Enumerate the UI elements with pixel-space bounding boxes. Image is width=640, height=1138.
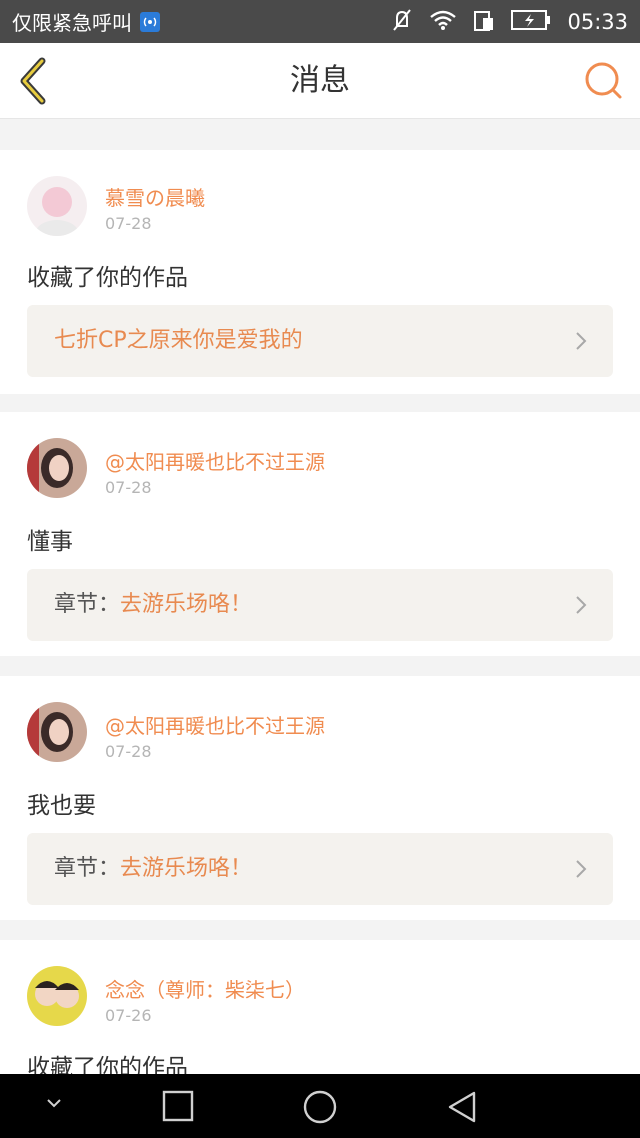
avatar[interactable] bbox=[27, 966, 87, 1026]
avatar[interactable] bbox=[27, 438, 87, 498]
chevron-right-icon bbox=[575, 595, 587, 615]
chapter-label: 章节： bbox=[54, 856, 121, 881]
message-date: 07-26 bbox=[105, 1006, 152, 1025]
chevron-down-icon[interactable] bbox=[42, 1096, 66, 1116]
system-nav-bar bbox=[0, 1074, 640, 1138]
avatar[interactable] bbox=[27, 702, 87, 762]
list-item: 慕雪の晨曦 07-28 收藏了你的作品 七折CP之原来你是爱我的 bbox=[0, 150, 640, 394]
chapter-label: 章节： bbox=[54, 592, 121, 617]
avatar[interactable] bbox=[27, 176, 87, 236]
recent-apps-icon[interactable] bbox=[162, 1090, 194, 1126]
list-item: @太阳再暖也比不过王源 07-28 我也要 章节：去游乐场咯！ bbox=[0, 676, 640, 920]
chapter-title: 去游乐场咯！ bbox=[120, 592, 253, 617]
username[interactable]: @太阳再暖也比不过王源 bbox=[105, 446, 325, 475]
username[interactable]: 慕雪の晨曦 bbox=[105, 182, 205, 211]
chapter-link[interactable]: 章节：去游乐场咯！ bbox=[27, 833, 613, 905]
message-text: 收藏了你的作品 bbox=[27, 1055, 188, 1074]
message-text: 懂事 bbox=[27, 529, 73, 555]
message-list[interactable]: 慕雪の晨曦 07-28 收藏了你的作品 七折CP之原来你是爱我的 @太阳再暖也比… bbox=[0, 120, 640, 1074]
chevron-right-icon bbox=[575, 859, 587, 879]
sim-icon bbox=[140, 11, 160, 32]
battery-icon bbox=[511, 9, 551, 35]
back-icon[interactable] bbox=[446, 1090, 478, 1128]
message-date: 07-28 bbox=[105, 478, 152, 497]
wifi-icon bbox=[429, 9, 457, 35]
chapter-title: 去游乐场咯！ bbox=[120, 856, 253, 881]
message-date: 07-28 bbox=[105, 214, 152, 233]
page-title: 消息 bbox=[290, 63, 350, 98]
list-item: @太阳再暖也比不过王源 07-28 懂事 章节：去游乐场咯！ bbox=[0, 412, 640, 656]
app-header: 消息 bbox=[0, 43, 640, 119]
message-text: 我也要 bbox=[27, 793, 96, 819]
chevron-right-icon bbox=[575, 331, 587, 351]
carrier-text: 仅限紧急呼叫 bbox=[12, 11, 132, 35]
home-icon[interactable] bbox=[302, 1090, 338, 1128]
status-bar: 仅限紧急呼叫 05:33 bbox=[0, 0, 640, 43]
work-title: 七折CP之原来你是爱我的 bbox=[54, 328, 303, 353]
data-icon bbox=[473, 8, 495, 36]
message-date: 07-28 bbox=[105, 742, 152, 761]
username[interactable]: @太阳再暖也比不过王源 bbox=[105, 710, 325, 739]
work-link[interactable]: 七折CP之原来你是爱我的 bbox=[27, 305, 613, 377]
clock: 05:33 bbox=[567, 9, 628, 34]
list-item: 念念（尊师：柴柒七） 07-26 收藏了你的作品 bbox=[0, 940, 640, 1074]
search-icon[interactable] bbox=[584, 61, 624, 101]
message-text: 收藏了你的作品 bbox=[27, 265, 188, 291]
username[interactable]: 念念（尊师：柴柒七） bbox=[105, 974, 305, 1003]
chapter-link[interactable]: 章节：去游乐场咯！ bbox=[27, 569, 613, 641]
mute-icon bbox=[391, 8, 413, 36]
